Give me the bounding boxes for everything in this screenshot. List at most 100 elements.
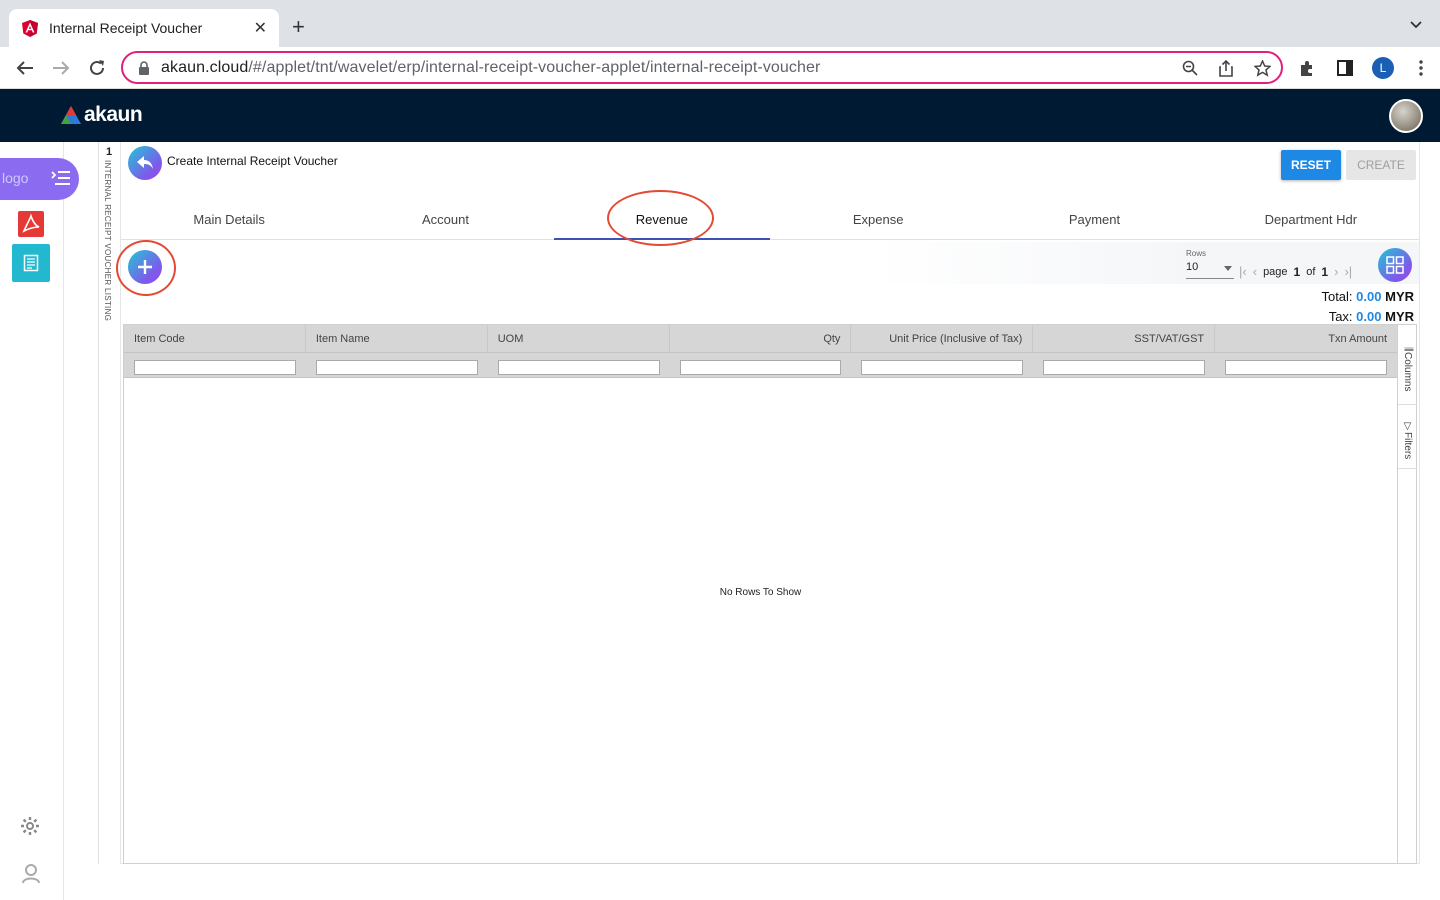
plus-icon <box>138 260 152 274</box>
share-icon[interactable] <box>1217 59 1235 77</box>
settings-gear-icon[interactable] <box>20 816 40 836</box>
logo-menu-pill[interactable]: logo <box>0 158 79 200</box>
zoom-icon[interactable] <box>1181 59 1199 77</box>
filter-funnel-icon: ▽ <box>1402 421 1413 432</box>
column-header-tax[interactable]: SST/VAT/GST <box>1033 325 1216 352</box>
rows-per-page-select[interactable]: 10 <box>1186 261 1234 279</box>
current-page: 1 <box>1293 264 1301 279</box>
grid-filter-row <box>124 352 1397 378</box>
tab-search-chevron-icon[interactable] <box>1410 16 1422 32</box>
column-header-uom[interactable]: UOM <box>488 325 670 352</box>
filter-qty-input[interactable] <box>679 360 842 375</box>
columns-tool-button[interactable]: ⫼ Columns <box>1398 343 1417 405</box>
tab-account[interactable]: Account <box>337 200 553 239</box>
previous-page-icon[interactable]: ‹ <box>1253 264 1257 279</box>
side-panel-icon[interactable] <box>1334 57 1356 79</box>
column-header-item-name[interactable]: Item Name <box>306 325 488 352</box>
add-line-button[interactable] <box>128 250 162 284</box>
brand-name: akaun <box>84 103 143 126</box>
filter-txn-amount-input[interactable] <box>1225 360 1388 375</box>
grid-view-toggle[interactable] <box>1378 248 1412 282</box>
user-profile-icon[interactable] <box>20 862 42 884</box>
total-line: Total: 0.00 MYR <box>1321 287 1414 307</box>
rows-per-page-value: 10 <box>1186 261 1199 273</box>
logo-alt-text: logo <box>2 170 29 186</box>
forward-arrow-icon[interactable] <box>48 55 74 81</box>
of-word: of <box>1306 265 1316 278</box>
user-avatar[interactable] <box>1389 99 1423 133</box>
filter-tax-input[interactable] <box>1043 360 1206 375</box>
akaun-triangle-icon <box>61 106 81 124</box>
total-value: 0.00 <box>1356 289 1382 304</box>
listing-label: INTERNAL RECEIPT VOUCHER LISTING <box>103 160 112 322</box>
menu-toggle-icon[interactable] <box>51 169 71 187</box>
url-path: /#/applet/tnt/wavelet/erp/internal-recei… <box>248 58 821 76</box>
totals-summary: Total: 0.00 MYR Tax: 0.00 MYR <box>1321 287 1414 327</box>
pagination: |‹ ‹ page 1 of 1 › ›| <box>1239 264 1352 279</box>
pdf-applet-icon[interactable] <box>12 205 50 243</box>
first-page-icon[interactable]: |‹ <box>1239 264 1247 279</box>
filter-unit-price-input[interactable] <box>861 360 1024 375</box>
listing-breadcrumb-strip[interactable]: 1 INTERNAL RECEIPT VOUCHER LISTING <box>98 142 118 864</box>
tab-department-hdr[interactable]: Department Hdr <box>1203 200 1419 239</box>
browser-tab[interactable]: Internal Receipt Voucher ✕ <box>9 9 279 47</box>
reload-icon[interactable] <box>84 55 110 81</box>
empty-grid-message: No Rows To Show <box>719 587 802 598</box>
tab-main-details[interactable]: Main Details <box>121 200 337 239</box>
profile-avatar[interactable]: L <box>1372 57 1394 79</box>
tab-bar: Main Details Account Revenue Expense Pay… <box>121 200 1419 240</box>
listing-count: 1 <box>106 146 113 158</box>
chevron-down-icon <box>1224 266 1232 271</box>
page-title: Create Internal Receipt Voucher <box>167 154 338 168</box>
total-currency: MYR <box>1385 289 1414 304</box>
address-bar[interactable]: akaun.cloud/#/applet/tnt/wavelet/erp/int… <box>121 51 1283 84</box>
lock-icon <box>139 60 149 75</box>
bookmark-star-icon[interactable] <box>1253 59 1271 77</box>
column-header-qty[interactable]: Qty <box>670 325 852 352</box>
grid-icon <box>1386 256 1404 274</box>
document-applet-icon[interactable] <box>12 244 50 282</box>
angular-icon <box>21 19 39 37</box>
browser-toolbar: akaun.cloud/#/applet/tnt/wavelet/erp/int… <box>0 47 1440 89</box>
page-word: page <box>1263 265 1288 278</box>
left-rail: logo <box>0 142 79 900</box>
column-header-item-code[interactable]: Item Code <box>124 325 306 352</box>
grid-side-toolbar: ⫼ Columns ▽ Filters <box>1398 324 1417 864</box>
filters-tool-button[interactable]: ▽ Filters <box>1398 417 1417 469</box>
tax-currency: MYR <box>1385 309 1414 324</box>
back-arrow-icon[interactable] <box>12 55 38 81</box>
last-page-icon[interactable]: ›| <box>1344 264 1352 279</box>
rows-label: Rows <box>1186 249 1207 258</box>
total-label: Total: <box>1321 289 1353 304</box>
kebab-menu-icon[interactable] <box>1410 57 1432 79</box>
main-panel: Create Internal Receipt Voucher RESET CR… <box>116 142 1420 864</box>
tab-expense[interactable]: Expense <box>770 200 986 239</box>
browser-tabbar: Internal Receipt Voucher ✕ + <box>0 0 1440 47</box>
filters-tool-label: Filters <box>1402 432 1413 460</box>
column-header-unit-price[interactable]: Unit Price (Inclusive of Tax) <box>851 325 1034 352</box>
filter-uom-input[interactable] <box>497 360 660 375</box>
reply-arrow-icon <box>137 156 153 169</box>
tab-revenue[interactable]: Revenue <box>553 200 771 240</box>
close-tab-icon[interactable]: ✕ <box>254 18 267 38</box>
filter-item-name-input[interactable] <box>315 360 478 375</box>
url-host: akaun.cloud <box>161 58 249 76</box>
create-button[interactable]: CREATE <box>1346 150 1416 180</box>
reset-button[interactable]: RESET <box>1281 150 1341 180</box>
grid-header-row: Item Code Item Name UOM Qty Unit Price (… <box>124 325 1397 352</box>
column-header-txn-amount[interactable]: Txn Amount <box>1215 325 1397 352</box>
app-header: akaun <box>0 89 1440 142</box>
url-text: akaun.cloud/#/applet/tnt/wavelet/erp/int… <box>161 59 820 77</box>
back-button[interactable] <box>128 146 162 180</box>
next-page-icon[interactable]: › <box>1334 264 1338 279</box>
tab-payment[interactable]: Payment <box>986 200 1202 239</box>
tax-value: 0.00 <box>1356 309 1382 324</box>
filter-item-code-input[interactable] <box>134 360 296 375</box>
new-tab-icon[interactable]: + <box>292 14 305 40</box>
browser-tab-title: Internal Receipt Voucher <box>49 20 203 36</box>
brand-logo[interactable]: akaun <box>60 103 143 127</box>
revenue-grid: Item Code Item Name UOM Qty Unit Price (… <box>123 324 1398 864</box>
total-pages: 1 <box>1321 264 1329 279</box>
extensions-puzzle-icon[interactable] <box>1296 57 1318 79</box>
tax-label: Tax: <box>1328 309 1353 324</box>
